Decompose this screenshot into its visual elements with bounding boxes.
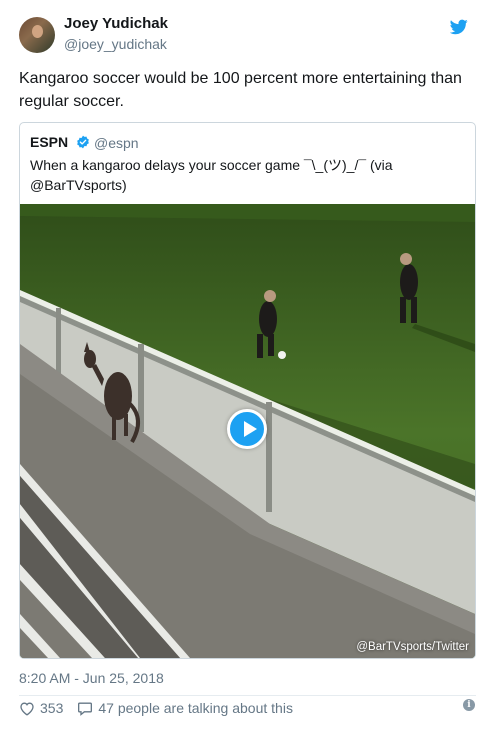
tweet-card: Joey Yudichak @joey_yudichak Kangaroo so… bbox=[0, 0, 495, 730]
tweet-actions: 353 47 people are talking about this bbox=[19, 699, 293, 717]
twitter-bird-icon[interactable] bbox=[450, 19, 468, 35]
info-icon[interactable]: i bbox=[463, 699, 475, 711]
tweet-text: Kangaroo soccer would be 100 percent mor… bbox=[19, 70, 462, 110]
video-thumbnail[interactable]: @BarTVsports/Twitter bbox=[20, 204, 475, 658]
tweet-timestamp[interactable]: 8:20 AM - Jun 25, 2018 bbox=[19, 670, 164, 686]
quoted-author-handle: @espn bbox=[94, 135, 139, 151]
play-button[interactable] bbox=[227, 409, 267, 449]
avatar[interactable] bbox=[19, 17, 55, 53]
verified-badge-icon bbox=[77, 135, 89, 149]
talking-about-count[interactable]: 47 people are talking about this bbox=[98, 700, 293, 716]
author-handle[interactable]: @joey_yudichak bbox=[64, 36, 167, 52]
media-credit: @BarTVsports/Twitter bbox=[356, 641, 469, 653]
quoted-tweet-text: When a kangaroo delays your soccer game … bbox=[30, 157, 393, 193]
quoted-tweet[interactable]: ESPN @espn When a kangaroo delays your s… bbox=[19, 122, 476, 659]
author-name[interactable]: Joey Yudichak bbox=[64, 15, 168, 32]
heart-icon[interactable] bbox=[19, 701, 35, 716]
like-count[interactable]: 353 bbox=[40, 700, 63, 716]
speech-bubble-icon[interactable] bbox=[77, 701, 93, 716]
quoted-author-name: ESPN bbox=[30, 134, 69, 150]
divider bbox=[19, 695, 476, 696]
